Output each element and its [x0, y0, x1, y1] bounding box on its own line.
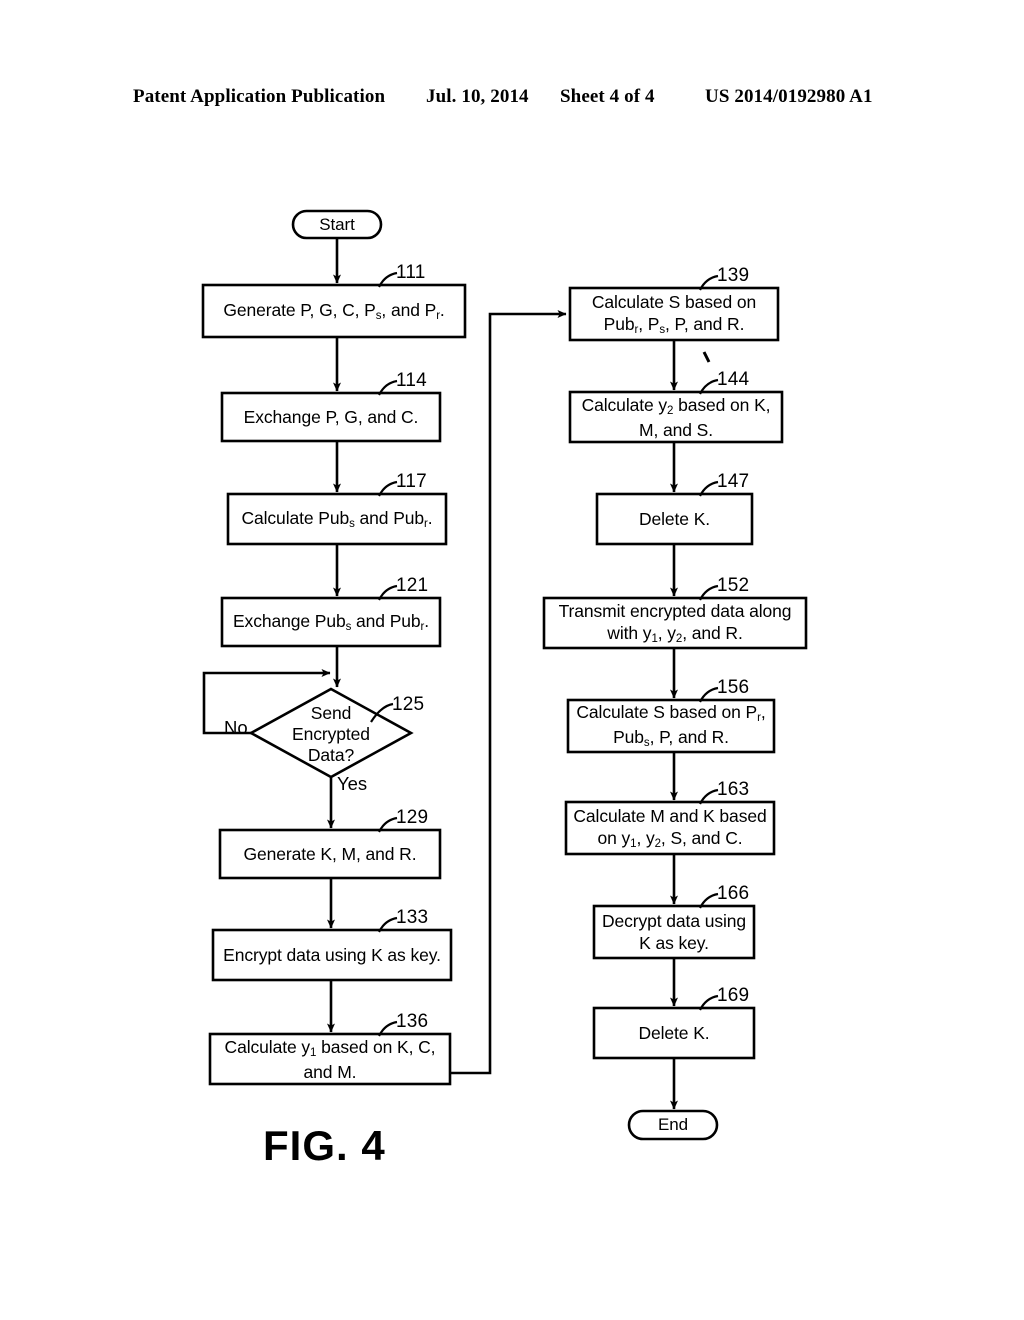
- node-152-sub-2: 2: [675, 632, 683, 645]
- node-156-text-a: Calculate S based on P: [576, 702, 758, 722]
- node-152-text-b: with y: [607, 622, 652, 643]
- node-139-sub-r: r: [634, 323, 639, 336]
- node-156-text-b: ,: [760, 702, 766, 722]
- node-121-sub-r: r: [420, 620, 425, 633]
- node-156-text-d: , P, and R.: [649, 727, 729, 747]
- edge-136-to-139: [450, 310, 567, 1075]
- flowchart-figure: Start End Generate P, G, C, Ps, and Pr. …: [0, 0, 1024, 1320]
- node-166-text-a: Decrypt data using: [601, 911, 747, 931]
- node-152-text-a: Transmit encrypted data along: [558, 600, 792, 621]
- refnum-147: 147: [717, 471, 750, 492]
- node-111-text-c: .: [439, 299, 445, 320]
- node-156-sub-r: r: [757, 712, 761, 724]
- node-136-text-c: and M.: [303, 1061, 357, 1082]
- refnum-121: 121: [396, 575, 429, 596]
- node-111-text-b: , and P: [381, 299, 437, 320]
- node-129-label: Generate K, M, and R.: [243, 844, 417, 864]
- refnum-129: 129: [396, 807, 429, 828]
- node-117-text-c: .: [427, 507, 433, 528]
- node-163-sub-1: 1: [630, 837, 637, 850]
- node-125-text-b: Encrypted: [292, 723, 370, 744]
- end-terminal-label: End: [658, 1115, 688, 1134]
- node-121-label: Exchange Pubs and Pubr.: [222, 598, 440, 646]
- node-117-label: Calculate Pubs and Pubr.: [228, 494, 446, 544]
- node-139-sub-s: s: [659, 323, 665, 336]
- node-139-label: Calculate S based on Pubr, Ps, P, and R.: [570, 288, 778, 340]
- node-156-text-c: Pub: [613, 727, 644, 747]
- figure-label: FIG. 4: [263, 1122, 386, 1169]
- refnum-163: 163: [717, 779, 750, 800]
- refnum-156: 156: [717, 677, 750, 698]
- node-114-label: Exchange P, G, and C.: [243, 407, 419, 427]
- node-163-label: Calculate M and K based on y1, y2, S, and…: [566, 802, 774, 854]
- refnum-114: 114: [396, 370, 427, 391]
- node-117-sub-s: s: [349, 517, 355, 530]
- node-144-text-c: M, and S.: [639, 419, 713, 440]
- node-111-text-a: Generate P, G, C, P: [223, 299, 376, 320]
- flowchart-svg: [201, 209, 808, 1141]
- refnum-144: 144: [717, 369, 750, 390]
- patent-page: Patent Application Publication Jul. 10, …: [0, 0, 1024, 1320]
- node-163-text-a: Calculate M and K based: [573, 805, 767, 826]
- node-163-text-d: , S, and C.: [660, 827, 743, 848]
- scan-artifact-mark: [702, 351, 711, 363]
- node-152-label: Transmit encrypted data along with y1, y2…: [544, 598, 806, 648]
- node-144-text-b: based on K,: [673, 394, 771, 415]
- node-117-sub-r: r: [424, 517, 428, 530]
- node-166-text-b: K as key.: [639, 933, 709, 953]
- refnum-136: 136: [396, 1011, 429, 1032]
- node-111-sub-r: r: [436, 309, 440, 322]
- node-121-text-c: .: [424, 610, 430, 631]
- node-111-sub-s: s: [375, 309, 382, 322]
- node-139-text-c: , P: [638, 313, 660, 334]
- node-156-sub-s: s: [643, 737, 650, 749]
- node-117-text-b: and Pub: [354, 507, 425, 528]
- node-163-text-b: on y: [597, 827, 631, 848]
- branch-label-yes: Yes: [337, 773, 368, 794]
- branch-label-no: No: [224, 717, 248, 738]
- node-121-text-a: Exchange Pub: [232, 610, 346, 631]
- refnum-111: 111: [396, 262, 426, 283]
- node-152-sub-1: 1: [651, 632, 658, 645]
- node-111-label: Generate P, G, C, Ps, and Pr.: [203, 285, 465, 337]
- node-144-sub-2: 2: [667, 404, 674, 417]
- node-125-label: Send Encrypted Data?: [271, 701, 391, 767]
- node-152-text-d: , and R.: [682, 622, 743, 643]
- node-136-label: Calculate y1 based on K, C, and M.: [210, 1034, 450, 1084]
- node-117-text-a: Calculate Pub: [241, 507, 350, 528]
- refnum-133: 133: [396, 907, 429, 928]
- node-147-label: Delete K.: [638, 509, 711, 529]
- node-139-text-a: Calculate S based on: [591, 291, 757, 312]
- node-163-sub-2: 2: [654, 837, 661, 850]
- refnum-169: 169: [717, 985, 750, 1006]
- node-121-sub-s: s: [345, 620, 352, 633]
- node-139-text-b: Pub: [603, 313, 635, 334]
- node-144-text-a: Calculate y: [581, 394, 668, 415]
- node-169-label: Delete K.: [638, 1023, 710, 1043]
- node-166-label: Decrypt data using K as key.: [594, 906, 754, 958]
- start-terminal-label: Start: [319, 214, 355, 234]
- node-156-label: Calculate S based on Pr, Pubs, P, and R.: [568, 700, 774, 752]
- node-144-label: Calculate y2 based on K, M, and S.: [570, 392, 782, 442]
- node-139-text-d: , P, and R.: [665, 313, 745, 334]
- refnum-117: 117: [396, 471, 427, 492]
- refnum-166: 166: [717, 883, 750, 904]
- refnum-152: 152: [717, 575, 750, 596]
- node-121-text-b: and Pub: [351, 610, 421, 631]
- node-125-text-c: Data?: [307, 744, 355, 765]
- node-136-sub-1: 1: [310, 1046, 317, 1059]
- node-125-text-a: Send: [310, 702, 352, 723]
- node-133-label: Encrypt data using K as key.: [223, 945, 441, 965]
- node-136-text-a: Calculate y: [224, 1036, 311, 1057]
- node-163-text-c: , y: [636, 827, 655, 848]
- node-136-text-b: based on K, C,: [316, 1036, 436, 1057]
- refnum-125: 125: [392, 694, 425, 715]
- node-152-text-c: , y: [657, 622, 676, 643]
- refnum-139: 139: [717, 265, 750, 286]
